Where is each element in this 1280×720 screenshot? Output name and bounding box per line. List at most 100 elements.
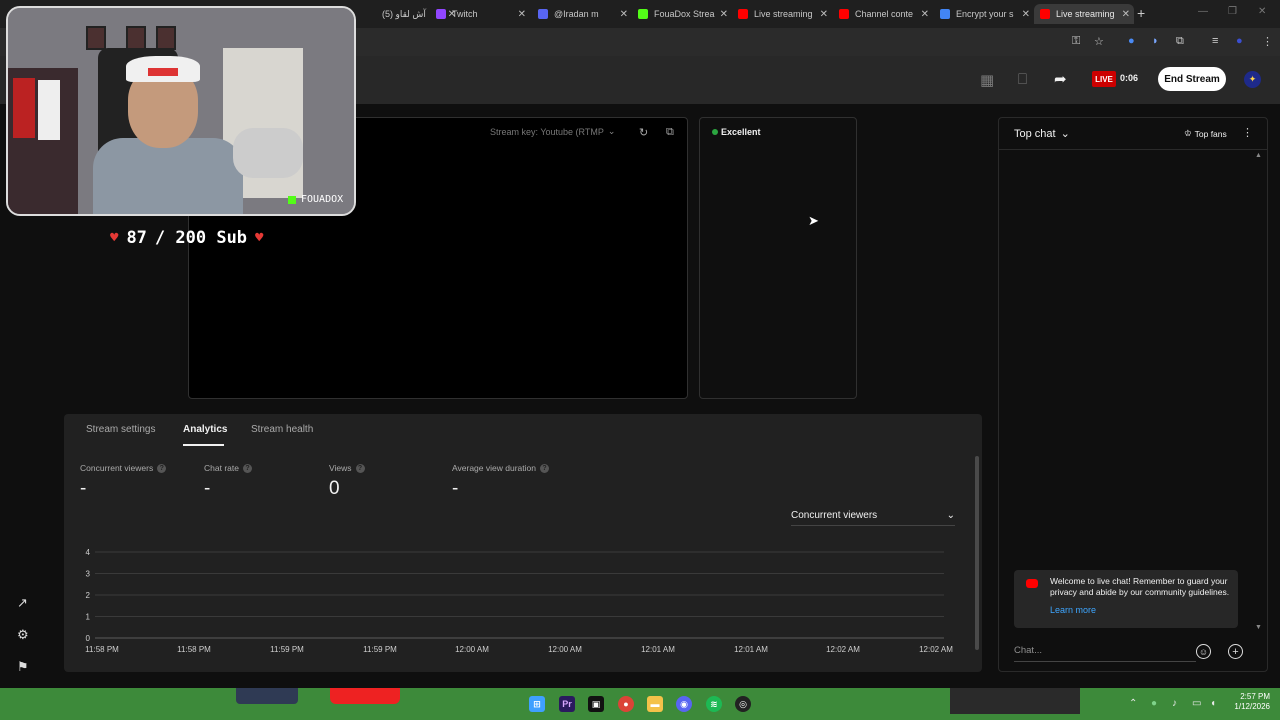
save-bookmark-icon[interactable]: ⎕	[1018, 71, 1027, 88]
wall-frame	[126, 26, 146, 50]
help-icon[interactable]: ?	[242, 463, 252, 473]
sub-goal-text: / 200 Sub	[154, 228, 248, 248]
new-tab-button[interactable]: +	[1137, 5, 1145, 21]
tab-label: Encrypt your s	[956, 9, 1014, 19]
metric-label: Average view duration	[452, 463, 536, 473]
metric-concurrent-viewers-label: Concurrent viewers?	[80, 463, 167, 473]
browser-tab[interactable]: @Iradan m ✕	[532, 4, 632, 24]
mic-icon[interactable]: ♪	[1172, 698, 1177, 709]
share-icon[interactable]: ➦	[1054, 70, 1067, 88]
popout-arrow-icon[interactable]: ↗	[17, 595, 28, 611]
tab-label: (5) آش لقاو	[382, 8, 426, 19]
close-tab-icon[interactable]: ✕	[921, 9, 929, 20]
hanging-shirt	[38, 80, 60, 140]
live-timer: 0:06	[1120, 73, 1139, 83]
sub-goal: ♥ 87 / 200 Sub ♥	[110, 228, 263, 248]
tray-app-icon[interactable]: ●	[1151, 698, 1157, 709]
health-label: Excellent	[721, 127, 761, 137]
refresh-icon[interactable]: ↻	[639, 126, 648, 139]
profile-icon[interactable]: ●	[1236, 35, 1243, 47]
tab-stream-settings[interactable]: Stream settings	[86, 424, 155, 435]
close-tab-icon[interactable]: ✕	[620, 9, 628, 20]
maximize-icon[interactable]: ❐	[1228, 6, 1237, 17]
browser-tab[interactable]: Live streaming ✕	[1034, 4, 1134, 24]
browser-tab[interactable]: Twitch ✕	[430, 4, 530, 24]
chat-input[interactable]	[1014, 640, 1196, 662]
cap-band	[148, 68, 178, 76]
streamer-body	[93, 138, 243, 214]
microphone	[233, 128, 303, 178]
obs-app-icon[interactable]: ◎	[735, 696, 751, 712]
learn-more-link[interactable]: Learn more	[1050, 605, 1096, 615]
discord-favicon-icon	[538, 9, 548, 19]
browser-tab[interactable]: FouaDox Strea ✕	[632, 4, 732, 24]
help-icon[interactable]: ?	[157, 463, 167, 473]
tab-label: Live streaming	[754, 9, 813, 19]
display-icon[interactable]: ▭	[1192, 698, 1201, 709]
scroll-down-icon[interactable]: ▼	[1255, 624, 1262, 631]
emoji-icon[interactable]: ☺	[1196, 644, 1211, 659]
tray-chevron-icon[interactable]: ⌃	[1129, 698, 1137, 709]
settings-gear-icon[interactable]: ⚙	[17, 627, 29, 643]
avatar[interactable]: ✦	[1244, 71, 1261, 88]
close-tab-icon[interactable]: ✕	[720, 9, 728, 20]
browser-menu-icon[interactable]: ⋮	[1262, 35, 1273, 48]
tab-stream-health[interactable]: Stream health	[251, 424, 313, 435]
discord-app-icon[interactable]: ◉	[676, 696, 692, 712]
heart-icon: ♥	[110, 230, 119, 246]
system-clock: 2:57 PM 1/12/2026	[1226, 692, 1270, 712]
stream-key-select[interactable]: Stream key: Youtube (RTMP ⌄	[490, 126, 615, 137]
dashboard-icon[interactable]: ▦	[980, 71, 994, 89]
bookmark-star-icon[interactable]: ☆	[1094, 35, 1104, 48]
google-favicon-icon	[940, 9, 950, 19]
metric-chat-rate-value: -	[204, 478, 211, 499]
minimize-icon[interactable]: —	[1198, 6, 1208, 17]
premiere-app-icon[interactable]: Pr	[559, 696, 575, 712]
help-icon[interactable]: ?	[355, 463, 365, 473]
more-options-icon[interactable]: ⋮	[1242, 126, 1253, 139]
extensions-puzzle-icon[interactable]: ⧉	[1176, 35, 1184, 48]
end-stream-button[interactable]: End Stream	[1158, 67, 1226, 91]
top-fans-label: Top fans	[1194, 128, 1227, 139]
top-fans-button[interactable]: ♔ Top fans	[1184, 128, 1227, 139]
stream-health-panel	[699, 117, 857, 399]
chevron-down-icon: ⌄	[607, 126, 616, 136]
volume-icon[interactable]: ◖	[1210, 698, 1216, 709]
wallpaper-art	[330, 688, 400, 704]
clock-date: 1/12/2026	[1234, 702, 1270, 711]
browser-tab[interactable]: Channel conte ✕	[833, 4, 933, 24]
extension-icon[interactable]: ●	[1128, 35, 1135, 47]
browser-tab[interactable]: Live streaming ✕	[732, 4, 832, 24]
close-tab-icon[interactable]: ✕	[1022, 9, 1030, 20]
stream-key-label: Stream key: Youtube (RTMP	[490, 126, 604, 137]
capcut-app-icon[interactable]: ▣	[588, 696, 604, 712]
channel-name-text: FOUADOX	[301, 194, 344, 205]
browser-tab[interactable]: Encrypt your s ✕	[934, 4, 1034, 24]
scroll-up-icon[interactable]: ▲	[1255, 152, 1262, 159]
feedback-icon[interactable]: ⚑	[17, 659, 29, 675]
analytics-scrollbar[interactable]	[975, 456, 979, 650]
chart-metric-dropdown[interactable]: Concurrent viewers ⌄	[791, 506, 955, 526]
close-tab-icon[interactable]: ✕	[820, 9, 828, 20]
add-icon[interactable]: +	[1228, 644, 1243, 659]
chat-mode-select[interactable]: Top chat ⌄	[1014, 127, 1070, 141]
stream-health-status: Excellent	[712, 127, 761, 137]
spotify-app-icon[interactable]: ≋	[706, 696, 722, 712]
extension-audio-icon[interactable]: ◗	[1152, 35, 1159, 47]
copy-icon[interactable]: ⧉	[666, 126, 674, 139]
file-explorer-icon[interactable]: ▬	[647, 696, 663, 712]
tab-analytics[interactable]: Analytics	[183, 424, 227, 435]
close-window-icon[interactable]: ✕	[1258, 6, 1266, 17]
heart-icon: ♥	[255, 230, 264, 246]
wallpaper-art	[236, 688, 298, 704]
notice-text: Welcome to live chat! Remember to guard …	[1050, 576, 1230, 597]
metric-concurrent-viewers-value: -	[80, 478, 87, 499]
chevron-down-icon: ⌄	[946, 510, 955, 521]
media-control-icon[interactable]: ≡	[1212, 35, 1218, 47]
password-key-icon[interactable]: ⚿	[1072, 35, 1080, 48]
windows-start-icon[interactable]: ⊞	[529, 696, 545, 712]
close-tab-icon[interactable]: ✕	[518, 9, 526, 20]
help-icon[interactable]: ?	[539, 463, 549, 473]
chrome-app-icon[interactable]: ●	[618, 696, 634, 712]
close-tab-icon[interactable]: ✕	[1122, 9, 1130, 20]
